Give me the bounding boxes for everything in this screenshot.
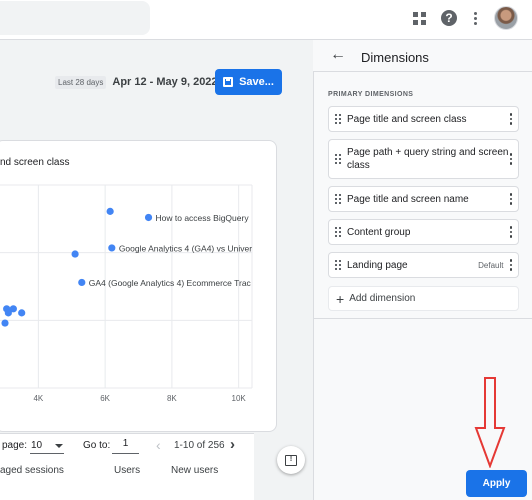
save-button-label: Save... [239, 76, 274, 88]
data-point [108, 244, 116, 252]
dimension-label: Content group [347, 226, 411, 238]
more-vert-icon[interactable] [509, 226, 512, 238]
data-label: How to access BigQuery [156, 213, 250, 223]
drag-handle-icon[interactable] [335, 260, 341, 270]
scatter-chart: 4K 6K 8K 10K How to access BigQuery Google An… [0, 184, 253, 403]
panel-title: Dimensions [361, 50, 429, 65]
x-tick-label: 10K [232, 394, 247, 403]
more-vert-icon[interactable] [509, 153, 512, 165]
dimension-label: Page title and screen class [347, 113, 467, 125]
column-header[interactable]: Users [114, 465, 140, 476]
data-point [144, 213, 153, 222]
section-label: PRIMARY DIMENSIONS [328, 91, 414, 98]
add-dimension-button[interactable]: + Add dimension [328, 286, 519, 311]
data-point [1, 319, 9, 327]
plus-icon: + [336, 290, 345, 307]
more-vert-icon[interactable] [509, 113, 512, 125]
save-icon [223, 77, 234, 87]
more-vert-icon[interactable] [509, 193, 512, 205]
x-tick-label: 6K [100, 394, 110, 403]
chevron-left-icon[interactable]: ‹ [156, 437, 161, 453]
add-dimension-label: Add dimension [349, 293, 416, 304]
column-header[interactable]: aged sessions [0, 465, 64, 476]
rows-per-page-label: page: [2, 440, 28, 451]
apply-button[interactable]: Apply [466, 470, 527, 497]
goto-input[interactable]: 1 [112, 438, 139, 454]
goto-label: Go to: [83, 440, 111, 451]
date-range-selector[interactable]: Last 28 days Apr 12 - May 9, 2022 [55, 70, 218, 94]
dimension-label: Page path + query string and screen clas… [347, 147, 509, 171]
dropdown-arrow-icon [55, 443, 63, 448]
drag-handle-icon[interactable] [335, 194, 341, 204]
chart-title: nd screen class [0, 157, 70, 168]
help-icon[interactable]: ? [439, 8, 459, 28]
data-point [18, 309, 26, 317]
search-box[interactable] [0, 1, 150, 35]
more-vert-icon[interactable] [509, 259, 512, 271]
date-caption: Last 28 days [55, 75, 107, 89]
back-arrow-icon[interactable]: ← [330, 46, 346, 64]
feedback-button[interactable]: ! [277, 446, 305, 474]
default-badge: Default [478, 260, 504, 270]
drag-handle-icon[interactable] [335, 114, 341, 124]
dimension-item[interactable]: Page title and screen class [328, 106, 519, 132]
dimension-item[interactable]: Content group [328, 219, 519, 245]
avatar[interactable] [494, 6, 518, 30]
data-point [4, 309, 12, 317]
dimension-label: Landing page [347, 259, 408, 271]
dimension-item[interactable]: Page title and screen name [328, 186, 519, 212]
save-button[interactable]: Save... [215, 69, 282, 95]
x-tick-label: 8K [167, 394, 177, 403]
drag-handle-icon[interactable] [335, 227, 341, 237]
apps-grid-icon[interactable] [409, 8, 429, 28]
x-tick-label: 4K [33, 394, 43, 403]
divider [313, 318, 532, 319]
dimension-item[interactable]: Page path + query string and screen clas… [328, 139, 519, 179]
column-header[interactable]: New users [171, 465, 218, 476]
dimension-item[interactable]: Landing page Default [328, 252, 519, 278]
data-label: GA4 (Google Analytics 4) Ecommerce Trac [89, 278, 252, 288]
more-vert-icon[interactable] [465, 8, 485, 28]
feedback-icon: ! [285, 454, 297, 466]
data-point [106, 207, 114, 215]
data-label: Google Analytics 4 (GA4) vs Univer [119, 243, 252, 253]
data-point [78, 278, 86, 287]
pager-range: 1-10 of 256 [174, 440, 225, 451]
dimension-list: Page title and screen class Page path + … [328, 106, 519, 285]
data-point [71, 250, 79, 258]
rows-per-page-value: 10 [31, 440, 43, 451]
dimension-label: Page title and screen name [347, 193, 469, 205]
annotation-arrow-icon [474, 377, 506, 468]
drag-handle-icon[interactable] [335, 154, 341, 164]
rows-per-page-select[interactable]: 10 [30, 438, 64, 454]
chevron-right-icon[interactable]: › [230, 436, 235, 453]
date-range-text: Apr 12 - May 9, 2022 [112, 76, 218, 88]
